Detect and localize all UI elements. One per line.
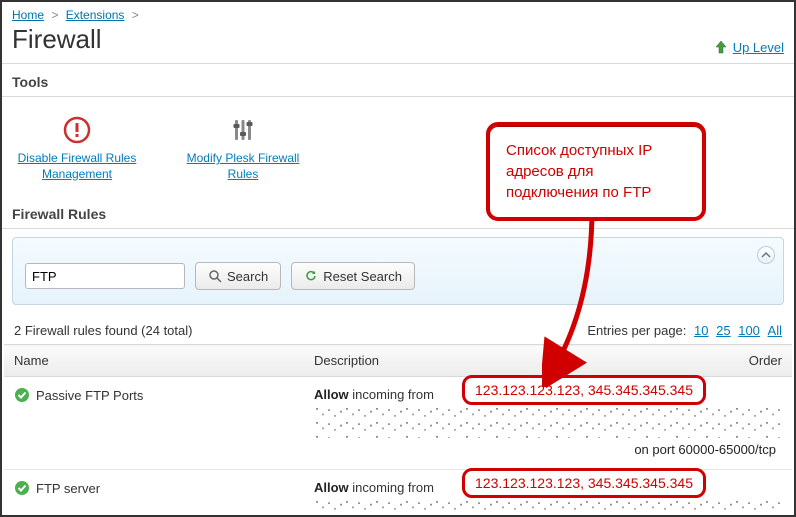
search-input[interactable] <box>25 263 185 289</box>
entries-all[interactable]: All <box>768 323 782 338</box>
search-button-label: Search <box>227 269 268 284</box>
up-arrow-icon <box>713 39 729 55</box>
chevron-up-icon <box>761 250 771 260</box>
check-circle-icon <box>14 387 30 403</box>
sliders-icon <box>226 113 260 147</box>
tool-disable-firewall: Disable Firewall Rules Management <box>12 113 142 182</box>
col-name[interactable]: Name <box>4 345 304 377</box>
up-level-label: Up Level <box>733 40 784 55</box>
entries-25[interactable]: 25 <box>716 323 730 338</box>
up-level-link[interactable]: Up Level <box>713 39 784 55</box>
search-button[interactable]: Search <box>195 262 281 290</box>
reset-search-button[interactable]: Reset Search <box>291 262 415 290</box>
table-row[interactable]: FTP server Allow incoming from 123.123.1… <box>4 470 792 517</box>
check-circle-icon <box>14 480 30 496</box>
disable-firewall-link[interactable]: Disable Firewall Rules Management <box>12 151 142 182</box>
warning-circle-icon <box>60 113 94 147</box>
results-count: 2 Firewall rules found (24 total) <box>14 323 192 338</box>
breadcrumb-sep-icon: > <box>132 8 139 22</box>
breadcrumb-home[interactable]: Home <box>12 8 44 22</box>
rule-name-label: Passive FTP Ports <box>36 388 143 403</box>
entries-label: Entries per page: <box>587 323 686 338</box>
col-order[interactable]: Order <box>722 345 792 377</box>
breadcrumb-sep-icon: > <box>51 8 58 22</box>
entries-100[interactable]: 100 <box>738 323 760 338</box>
breadcrumb-extensions[interactable]: Extensions <box>66 8 125 22</box>
reset-button-label: Reset Search <box>323 269 402 284</box>
table-row[interactable]: Passive FTP Ports Allow incoming from 12… <box>4 377 792 470</box>
page-title: Firewall <box>12 24 102 55</box>
tools-heading: Tools <box>2 64 794 97</box>
entries-per-page: Entries per page: 10 25 100 All <box>587 323 782 338</box>
col-description[interactable]: Description <box>304 345 722 377</box>
annotation-callout: Список доступных IP адресов для подключе… <box>486 122 706 221</box>
ip-callout: 123.123.123.123, 345.345.345.345 <box>462 375 706 405</box>
tool-modify-firewall: Modify Plesk Firewall Rules <box>178 113 308 182</box>
redacted-noise <box>314 406 782 438</box>
rule-name-label: FTP server <box>36 481 100 496</box>
breadcrumb: Home > Extensions > <box>2 2 794 24</box>
rules-table: Name Description Order Passive FTP Ports… <box>4 344 792 517</box>
port-text: on port 60000-65000/tcp <box>314 438 782 457</box>
ip-callout: 123.123.123.123, 345.345.345.345 <box>462 468 706 498</box>
entries-10[interactable]: 10 <box>694 323 708 338</box>
search-panel: Search Reset Search <box>12 237 784 305</box>
refresh-icon <box>304 269 318 283</box>
search-icon <box>208 269 222 283</box>
redacted-noise <box>314 499 782 517</box>
modify-firewall-link[interactable]: Modify Plesk Firewall Rules <box>178 151 308 182</box>
